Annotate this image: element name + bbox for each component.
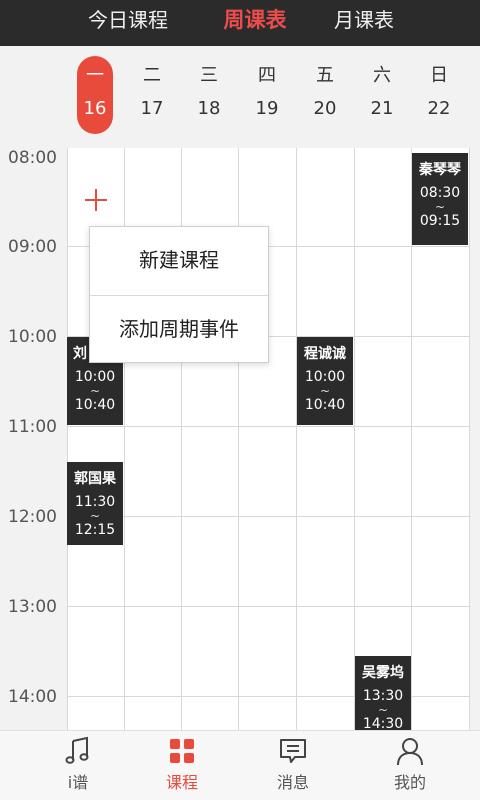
day-monday[interactable]: 一 16 [77,56,113,134]
time-label: 11:00 [8,417,57,437]
grid-icon [170,739,194,763]
time-separator: ~ [319,384,331,398]
date-label: 20 [313,98,337,119]
bottom-navigation: i谱 课程 消息 我的 [0,730,480,800]
nav-item-messages[interactable]: 消息 [243,731,343,800]
day-saturday[interactable]: 六 21 [364,56,400,134]
nav-label: i谱 [67,773,89,792]
add-periodic-event-menu-item[interactable]: 添加周期事件 [90,296,268,364]
music-note-icon [65,736,89,764]
date-label: 22 [427,98,451,119]
date-label: 17 [140,98,164,119]
day-tuesday[interactable]: 二 17 [134,56,170,134]
time-label: 14:00 [8,687,57,707]
nav-item-courses[interactable]: 课程 [132,731,232,800]
weekday-label: 二 [143,65,161,86]
time-separator: ~ [434,200,446,214]
time-label: 13:00 [8,597,57,617]
event-end-time: 12:15 [74,522,116,538]
day-thursday[interactable]: 四 19 [249,56,285,134]
student-name: 吴雾坞 [362,665,404,681]
time-label: 12:00 [8,507,57,527]
event-end-time: 10:40 [74,397,116,413]
weekday-label: 日 [430,65,448,86]
event-end-time: 14:30 [362,716,404,730]
event-start-time: 13:30 [362,688,404,704]
add-menu-popup: 新建课程 添加周期事件 [89,226,269,363]
grid-column-line [296,148,297,730]
grid-hour-line [67,426,469,427]
weekday-label: 一 [86,65,104,86]
event-start-time: 11:30 [74,494,116,510]
tab-month-schedule[interactable]: 月课表 [314,0,414,46]
course-event[interactable]: 郭国果 11:30 ~ 12:15 [67,462,123,545]
day-wednesday[interactable]: 三 18 [191,56,227,134]
date-label: 18 [197,98,221,119]
date-label: 21 [370,98,394,119]
time-label: 08:00 [8,148,57,168]
tab-week-schedule[interactable]: 周课表 [200,0,310,46]
event-end-time: 10:40 [304,397,346,413]
day-friday[interactable]: 五 20 [307,56,343,134]
nav-label: 课程 [165,773,198,792]
time-label: 09:00 [8,237,57,257]
weekday-label: 四 [258,65,276,86]
date-label: 19 [255,98,279,119]
tab-today-courses[interactable]: 今日课程 [68,0,188,46]
nav-label: 我的 [393,773,426,792]
grid-hour-line [67,516,469,517]
course-event[interactable]: 程诚诚 10:00 ~ 10:40 [297,337,353,425]
grid-hour-line [67,606,469,607]
message-icon [280,739,306,763]
grid-column-line [354,148,355,730]
person-icon [397,738,423,766]
weekday-label: 六 [373,65,391,86]
student-name: 郭国果 [74,471,116,487]
time-separator: ~ [89,509,101,523]
add-course-plus-icon[interactable] [82,186,110,214]
student-name: 秦琴琴 [419,162,461,178]
weekday-label: 五 [316,65,334,86]
top-tab-bar: 今日课程 周课表 月课表 [0,0,480,46]
event-end-time: 09:15 [419,213,461,229]
grid-column-line [469,148,470,730]
time-separator: ~ [89,384,101,398]
new-course-menu-item[interactable]: 新建课程 [90,227,268,295]
weekday-label: 三 [200,65,218,86]
date-label: 16 [83,98,107,119]
time-separator: ~ [377,703,389,717]
day-sunday[interactable]: 日 22 [421,56,457,134]
course-event[interactable]: 吴雾坞 13:30 ~ 14:30 [355,656,411,730]
event-start-time: 10:00 [74,369,116,385]
time-label: 10:00 [8,327,57,347]
nav-item-profile[interactable]: 我的 [360,731,460,800]
student-name: 程诚诚 [304,346,346,362]
week-day-header: 一 16 二 17 三 18 四 19 五 20 六 21 日 22 [0,46,480,148]
course-event[interactable]: 秦琴琴 08:30 ~ 09:15 [412,153,468,245]
event-start-time: 10:00 [304,369,346,385]
nav-label: 消息 [276,773,309,792]
event-start-time: 08:30 [419,185,461,201]
nav-item-ipu[interactable]: i谱 [28,731,128,800]
